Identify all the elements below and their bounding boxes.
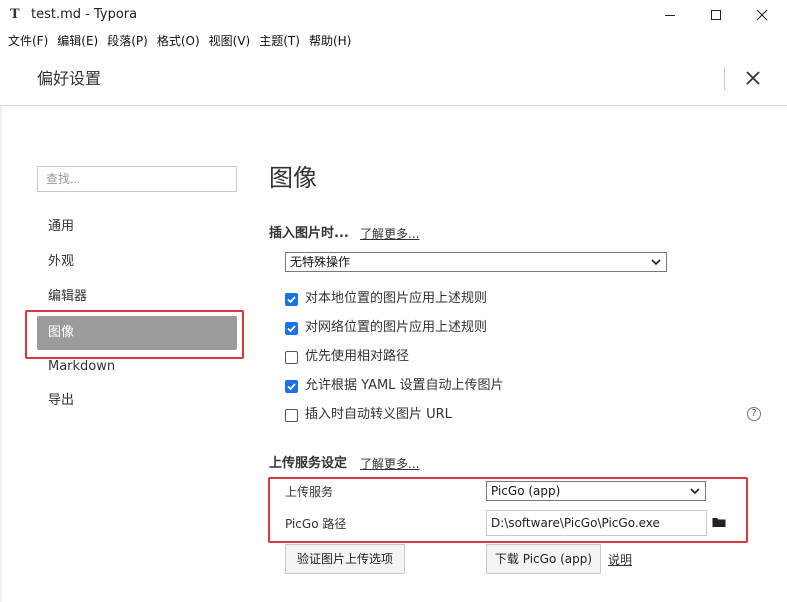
maximize-button[interactable] <box>693 0 739 30</box>
checkbox-escape-url[interactable] <box>285 408 298 422</box>
close-icon <box>746 71 760 85</box>
chevron-down-icon <box>690 488 700 495</box>
check-row-local[interactable]: 对本地位置的图片应用上述规则 <box>285 290 487 308</box>
title-bar: T test.md - Typora <box>0 0 787 30</box>
menu-edit[interactable]: 编辑(E) <box>53 30 103 52</box>
checkbox-label: 插入时自动转义图片 URL <box>305 407 452 422</box>
chevron-down-icon <box>651 259 661 266</box>
window-close-button[interactable] <box>739 0 785 30</box>
picgo-path-input[interactable]: D:\software\PicGo\PicGo.exe <box>486 510 707 536</box>
preferences-title: 偏好设置 <box>37 69 102 88</box>
explain-link[interactable]: 说明 <box>608 553 632 567</box>
upload-service-label: 上传服务 <box>285 485 334 499</box>
sidebar-item-appearance[interactable]: 外观 <box>37 245 237 279</box>
insert-image-select-value: 无特殊操作 <box>290 255 351 269</box>
insert-image-label: 插入图片时... <box>269 226 349 241</box>
left-edge <box>0 106 2 602</box>
upload-learn-more-link[interactable]: 了解更多... <box>360 456 419 472</box>
sidebar-item-image[interactable]: 图像 <box>37 316 237 350</box>
minimize-button[interactable] <box>647 0 693 30</box>
picgo-path-label: PicGo 路径 <box>285 517 347 531</box>
menu-view[interactable]: 视图(V) <box>205 30 256 52</box>
menu-help[interactable]: 帮助(H) <box>305 30 356 52</box>
window-title: test.md - Typora <box>31 7 138 22</box>
minimize-icon <box>665 14 675 16</box>
menu-format[interactable]: 格式(O) <box>153 30 205 52</box>
checkbox-label: 对网络位置的图片应用上述规则 <box>305 320 488 335</box>
menu-file[interactable]: 文件(F) <box>4 30 53 52</box>
verify-upload-button[interactable]: 验证图片上传选项 <box>285 544 405 574</box>
checkbox-label: 对本地位置的图片应用上述规则 <box>305 291 488 306</box>
checkbox-label: 允许根据 YAML 设置自动上传图片 <box>305 378 504 393</box>
check-row-escape-url[interactable]: 插入时自动转义图片 URL <box>285 406 452 424</box>
check-row-relative[interactable]: 优先使用相对路径 <box>285 348 409 366</box>
sidebar-item-markdown[interactable]: Markdown <box>37 350 237 384</box>
typora-app-icon: T <box>10 7 20 22</box>
upload-settings-label: 上传服务设定 <box>269 456 348 471</box>
sidebar-item-export[interactable]: 导出 <box>37 384 237 418</box>
checkbox-relative-path[interactable] <box>285 350 298 364</box>
check-row-yaml[interactable]: 允许根据 YAML 设置自动上传图片 <box>285 377 504 395</box>
close-icon <box>756 9 768 21</box>
check-row-network[interactable]: 对网络位置的图片应用上述规则 <box>285 319 487 337</box>
preferences-close-button[interactable] <box>740 65 766 91</box>
header-divider <box>724 66 725 90</box>
sidebar-item-general[interactable]: 通用 <box>37 210 237 244</box>
folder-icon[interactable] <box>712 516 726 528</box>
preferences-search-input[interactable] <box>37 166 237 192</box>
help-icon[interactable]: ? <box>747 407 761 421</box>
download-picgo-button[interactable]: 下载 PicGo (app) <box>486 544 601 574</box>
checkbox-network-images[interactable] <box>285 321 298 335</box>
menu-bar: 文件(F) 编辑(E) 段落(P) 格式(O) 视图(V) 主题(T) 帮助(H… <box>0 30 787 52</box>
upload-service-value: PicGo (app) <box>491 484 561 498</box>
section-title: 图像 <box>269 164 317 192</box>
insert-image-select[interactable]: 无特殊操作 <box>285 252 667 272</box>
checkbox-label: 优先使用相对路径 <box>305 349 410 364</box>
preferences-header: 偏好设置 <box>0 52 787 106</box>
maximize-icon <box>711 10 721 20</box>
checkbox-local-images[interactable] <box>285 292 298 306</box>
insert-learn-more-link[interactable]: 了解更多... <box>360 226 419 242</box>
checkbox-yaml-upload[interactable] <box>285 379 298 393</box>
menu-theme[interactable]: 主题(T) <box>255 30 305 52</box>
upload-service-select[interactable]: PicGo (app) <box>486 481 706 501</box>
menu-paragraph[interactable]: 段落(P) <box>103 30 153 52</box>
sidebar-item-editor[interactable]: 编辑器 <box>37 280 237 314</box>
